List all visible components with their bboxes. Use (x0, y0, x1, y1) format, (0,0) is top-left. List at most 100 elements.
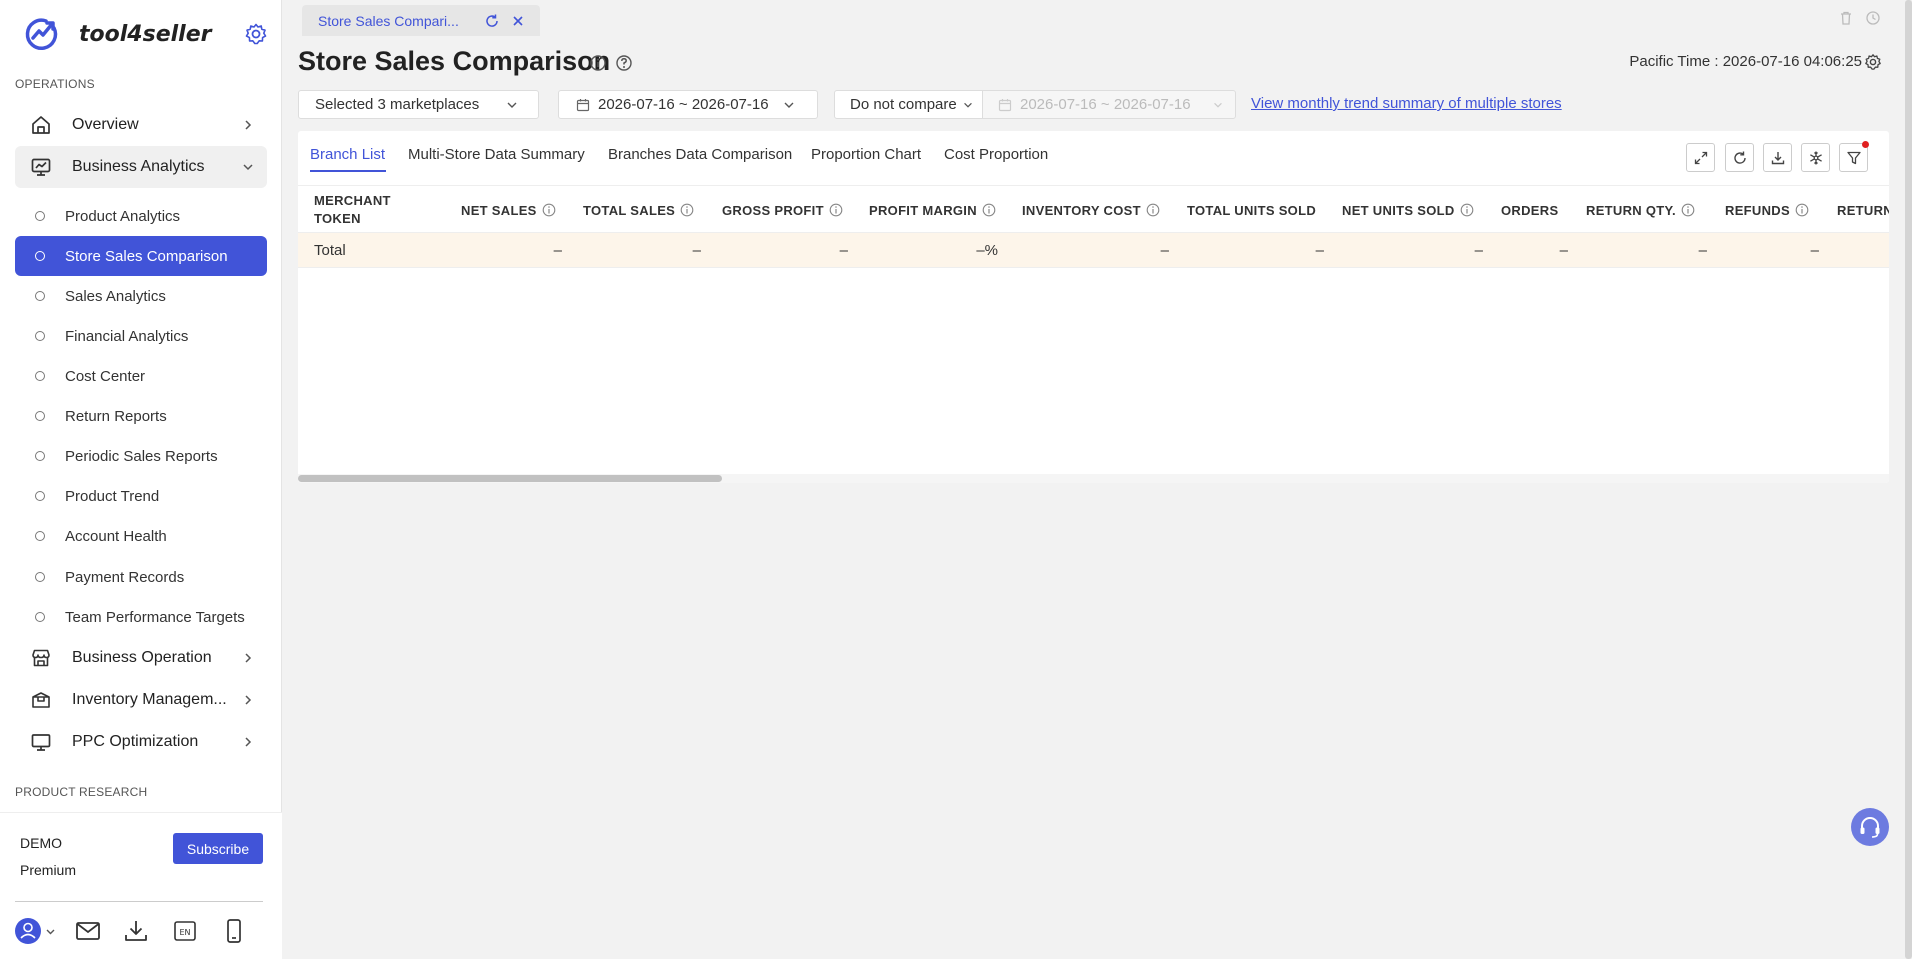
column-header-refunds[interactable]: REFUNDS (1725, 186, 1809, 234)
sidebar-item-label: Product Analytics (65, 207, 181, 225)
column-header-label: NET SALES (461, 202, 537, 218)
refresh-button[interactable] (1725, 143, 1754, 172)
mail-icon[interactable] (74, 917, 102, 945)
settings-gear-icon[interactable] (244, 22, 268, 46)
column-header-label: NET UNITS SOLD (1342, 202, 1455, 218)
timezone-settings-icon[interactable] (1864, 53, 1882, 71)
table-cell: – (1315, 242, 1324, 259)
sidebar-item-payment-records[interactable]: Payment Records (15, 557, 267, 597)
sidebar-item-label: Return Reports (65, 407, 167, 425)
close-icon[interactable] (510, 13, 526, 29)
fullscreen-button[interactable] (1686, 143, 1715, 172)
column-header-total-sales[interactable]: TOTAL SALES (583, 186, 694, 234)
info-icon[interactable] (589, 54, 607, 72)
page-scrollbar-thumb[interactable] (1905, 0, 1912, 959)
sidebar-item-financial-analytics[interactable]: Financial Analytics (15, 316, 267, 356)
filter-button[interactable] (1839, 141, 1869, 172)
nav-business-operation[interactable]: Business Operation (15, 637, 267, 679)
chevron-right-icon (245, 737, 252, 747)
marketplace-select-value: Selected 3 marketplaces (315, 96, 480, 113)
calendar-icon (576, 98, 590, 111)
horizontal-scrollbar[interactable] (298, 474, 1889, 483)
info-icon[interactable] (982, 203, 996, 217)
sidebar-item-team-performance-targets[interactable]: Team Performance Targets (15, 597, 267, 637)
sidebar-item-label: Product Trend (65, 487, 160, 505)
column-settings-button[interactable] (1801, 143, 1830, 172)
tab-multi-store-data-summary[interactable]: Multi-Store Data Summary (408, 146, 585, 163)
column-header-label: TOTAL SALES (583, 202, 676, 218)
column-header-orders[interactable]: ORDERS (1501, 186, 1558, 234)
table-row-total: Total – – – –% – – – – – – (298, 233, 1889, 268)
date-range-picker[interactable]: 2026-07-16 ~ 2026-07-16 (558, 90, 818, 119)
chevron-down-icon (507, 102, 517, 108)
table-cell: – (1160, 242, 1169, 259)
sidebar-item-product-trend[interactable]: Product Trend (15, 476, 267, 516)
table-cell: – (1559, 242, 1568, 259)
store-icon (32, 649, 50, 667)
clock-icon[interactable] (1865, 10, 1881, 26)
page-scrollbar[interactable] (1905, 0, 1912, 959)
refresh-icon[interactable] (484, 13, 500, 29)
svg-text:EN: EN (179, 928, 190, 937)
nav-ppc-optimization[interactable]: PPC Optimization (15, 721, 267, 763)
table-cell: – (553, 242, 562, 259)
sidebar-item-product-analytics[interactable]: Product Analytics (15, 196, 267, 236)
compare-select[interactable]: Do not compare (834, 90, 983, 119)
home-icon (32, 116, 50, 134)
section-label-operations: OPERATIONS (15, 77, 95, 91)
column-header-inventory-cost[interactable]: INVENTORY COST (1022, 186, 1160, 234)
column-header-merchant-token[interactable]: MERCHANT TOKEN (314, 186, 404, 234)
tab-proportion-chart[interactable]: Proportion Chart (811, 146, 921, 163)
subscribe-button[interactable]: Subscribe (173, 833, 263, 864)
column-header-label: PROFIT MARGIN (869, 202, 977, 218)
info-icon[interactable] (542, 203, 556, 217)
sidebar-item-cost-center[interactable]: Cost Center (15, 356, 267, 396)
tab-store-sales-comparison[interactable]: Store Sales Compari... (302, 5, 540, 36)
nav-inventory-management[interactable]: Inventory Managem... (15, 679, 267, 721)
column-header-net-sales[interactable]: NET SALES (461, 186, 556, 234)
nav-overview[interactable]: Overview (15, 104, 267, 146)
tab-branch-list[interactable]: Branch List (310, 146, 385, 163)
compare-date-range-picker: 2026-07-16 ~ 2026-07-16 (982, 90, 1236, 119)
sidebar-item-store-sales-comparison[interactable]: Store Sales Comparison (15, 236, 267, 276)
nav-business-analytics[interactable]: Business Analytics (15, 146, 267, 188)
sidebar-item-label: Store Sales Comparison (65, 247, 228, 265)
bullet-icon (35, 411, 45, 421)
info-icon[interactable] (1146, 203, 1160, 217)
page-tab-bar: Store Sales Compari... (282, 0, 1912, 37)
export-button[interactable] (1763, 143, 1792, 172)
trash-icon[interactable] (1838, 10, 1854, 26)
download-icon[interactable] (122, 917, 150, 945)
column-header-return-qty[interactable]: RETURN QTY. (1586, 186, 1695, 234)
bullet-icon (35, 371, 45, 381)
tab-cost-proportion[interactable]: Cost Proportion (944, 146, 1048, 163)
info-icon[interactable] (680, 203, 694, 217)
trend-logo-icon[interactable] (24, 16, 60, 52)
sidebar-item-account-health[interactable]: Account Health (15, 516, 267, 556)
sidebar-item-sales-analytics[interactable]: Sales Analytics (15, 276, 267, 316)
info-icon[interactable] (829, 203, 843, 217)
sidebar-item-periodic-sales-reports[interactable]: Periodic Sales Reports (15, 436, 267, 476)
info-icon[interactable] (1681, 203, 1695, 217)
monthly-trend-link[interactable]: View monthly trend summary of multiple s… (1251, 95, 1562, 112)
column-header-total-units-sold[interactable]: TOTAL UNITS SOLD (1187, 186, 1316, 234)
mobile-icon[interactable] (220, 917, 248, 945)
column-header-gross-profit[interactable]: GROSS PROFIT (722, 186, 843, 234)
tab-branches-data-comparison[interactable]: Branches Data Comparison (608, 146, 792, 163)
column-header-profit-margin[interactable]: PROFIT MARGIN (869, 186, 996, 234)
user-avatar-icon[interactable] (14, 917, 58, 945)
marketplace-select[interactable]: Selected 3 marketplaces (298, 90, 539, 119)
sidebar-item-label: Periodic Sales Reports (65, 447, 218, 465)
horizontal-scrollbar-thumb[interactable] (298, 475, 722, 482)
calendar-icon (998, 98, 1012, 111)
help-icon[interactable] (615, 54, 633, 72)
customer-support-button[interactable] (1851, 808, 1889, 846)
info-icon[interactable] (1460, 203, 1474, 217)
language-en-icon[interactable]: EN (171, 917, 199, 945)
column-header-net-units-sold[interactable]: NET UNITS SOLD (1342, 186, 1474, 234)
column-header-return[interactable]: RETURN (1837, 186, 1889, 234)
nav-ppc-optimization-label: PPC Optimization (72, 733, 199, 750)
sidebar-item-return-reports[interactable]: Return Reports (15, 396, 267, 436)
info-icon[interactable] (1795, 203, 1809, 217)
sidebar-item-label: Team Performance Targets (65, 608, 245, 626)
